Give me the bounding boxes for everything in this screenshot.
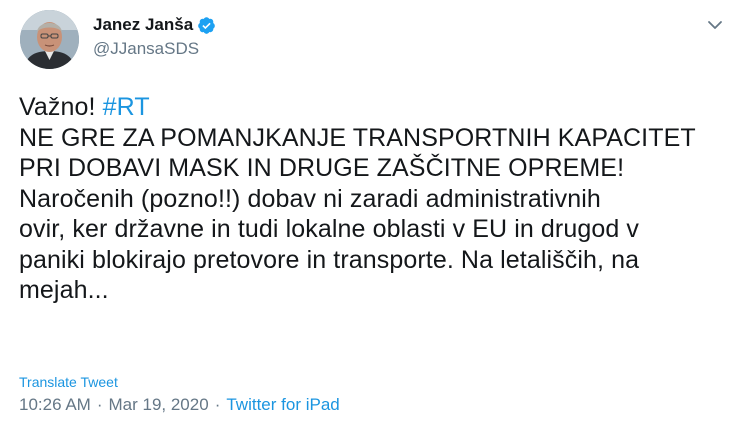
author-block: Janez Janša @JJansaSDS [93,13,216,60]
user-handle[interactable]: @JJansaSDS [93,38,216,60]
tweet-line-5: ovir, ker državne in tudi lokalne oblast… [19,215,640,243]
profile-photo-icon [20,10,79,69]
tweet-line-6: paniki blokirajo pretovore in transporte… [19,245,640,274]
display-name[interactable]: Janez Janša [93,13,193,37]
tweet-intro: Važno! [19,93,103,121]
name-row: Janez Janša [93,13,216,37]
tweet-date[interactable]: Mar 19, 2020 [109,395,209,415]
meta-separator: · [96,395,103,414]
verified-badge-icon [197,16,216,35]
tweet-line-1: Važno! #RT [19,92,724,123]
tweet-line-4: Naročenih (pozno!!) dobav ni zaradi admi… [19,184,601,213]
tweet-line-3: PRI DOBAVI MASK IN DRUGE ZAŠČITNE OPREME… [19,154,625,182]
tweet-source-link[interactable]: Twitter for iPad [226,395,339,415]
meta-separator: · [214,395,221,414]
chevron-down-icon[interactable] [706,16,724,34]
tweet-line-2: NE GRE ZA POMANJKANJE TRANSPORTNIH KAPAC… [19,123,696,152]
tweet-text: Važno! #RT NE GRE ZA POMANJKANJE TRANSPO… [19,92,724,306]
tweet-line-7: mejah... [19,276,109,304]
tweet-metadata: 10:26 AM · Mar 19, 2020 · Twitter for iP… [19,395,340,415]
tweet-card: Janez Janša @JJansaSDS Važno! #RT NE GRE… [0,0,737,429]
tweet-time[interactable]: 10:26 AM [19,395,91,415]
hashtag-link[interactable]: #RT [103,93,150,121]
translate-tweet-link[interactable]: Translate Tweet [19,374,118,390]
avatar[interactable] [20,10,79,69]
